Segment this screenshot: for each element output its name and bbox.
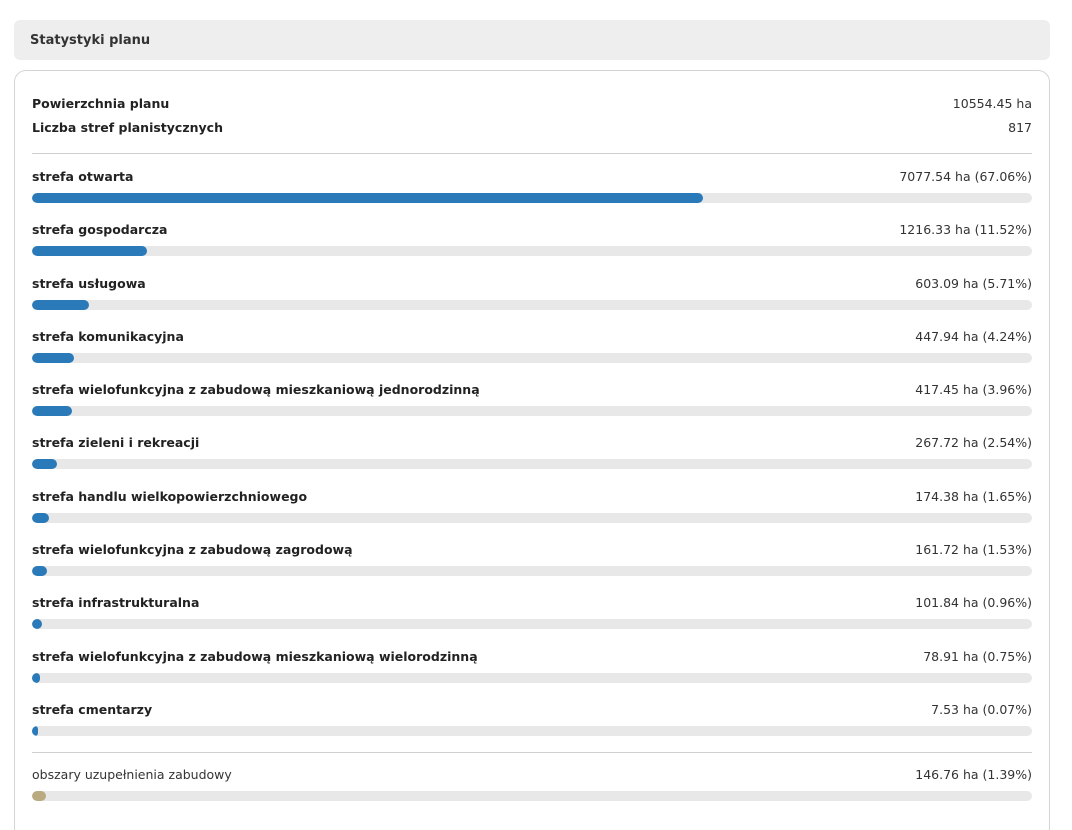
extra-value: 146.76 ha (1.39%) [915, 767, 1032, 783]
summary-value: 817 [1008, 119, 1032, 135]
zone-row: strefa wielofunkcyjna z zabudową zagrodo… [32, 527, 1032, 580]
summary-row-plan-area: Powierzchnia planu 10554.45 ha [32, 91, 1032, 115]
zone-progress-track [32, 512, 1032, 523]
zone-label: strefa zieleni i rekreacji [32, 435, 200, 451]
extra-row-infill-areas: obszary uzupełnienia zabudowy 146.76 ha … [32, 753, 1032, 806]
plan-statistics-page: Statystyki planu Powierzchnia planu 1055… [0, 0, 1072, 830]
extra-progress-track [32, 791, 1032, 802]
zone-value: 7077.54 ha (67.06%) [899, 169, 1032, 184]
zone-row: strefa wielofunkcyjna z zabudową mieszka… [32, 634, 1032, 687]
zone-progress-track [32, 299, 1032, 310]
zone-progress-fill [32, 193, 703, 203]
zone-row: strefa komunikacyjna 447.94 ha (4.24%) [32, 314, 1032, 367]
zone-value: 101.84 ha (0.96%) [915, 595, 1032, 611]
zone-progress-fill [32, 406, 72, 417]
zone-row: strefa zieleni i rekreacji 267.72 ha (2.… [32, 420, 1032, 473]
zone-row: strefa gospodarcza 1216.33 ha (11.52%) [32, 207, 1032, 260]
zone-progress-track [32, 619, 1032, 630]
zone-value: 417.45 ha (3.96%) [915, 382, 1032, 398]
zone-label: strefa wielofunkcyjna z zabudową mieszka… [32, 648, 478, 664]
zone-label: strefa gospodarcza [32, 222, 168, 238]
zone-label: strefa komunikacyjna [32, 328, 184, 344]
zone-progress-fill [32, 619, 42, 630]
zone-progress-fill [32, 459, 58, 470]
summary-section: Powierzchnia planu 10554.45 ha Liczba st… [32, 91, 1032, 139]
summary-row-zone-count: Liczba stref planistycznych 817 [32, 115, 1032, 139]
zone-value: 161.72 ha (1.53%) [915, 542, 1032, 558]
zone-progress-fill [32, 352, 75, 363]
zone-label: strefa otwarta [32, 169, 134, 184]
zone-label: strefa infrastrukturalna [32, 595, 200, 611]
extra-label: obszary uzupełnienia zabudowy [32, 767, 232, 783]
summary-label: Liczba stref planistycznych [32, 119, 223, 135]
extra-progress-fill [32, 791, 46, 802]
statistics-card: Powierzchnia planu 10554.45 ha Liczba st… [14, 70, 1050, 830]
summary-value: 10554.45 ha [952, 95, 1032, 111]
zone-row: strefa handlu wielkopowierzchniowego 174… [32, 474, 1032, 527]
zone-progress-track [32, 193, 1032, 203]
zone-row: strefa otwarta 7077.54 ha (67.06%) [32, 154, 1032, 207]
zone-progress-fill [32, 672, 40, 683]
panel-header: Statystyki planu [14, 20, 1050, 60]
zone-value: 267.72 ha (2.54%) [915, 435, 1032, 451]
zone-progress-track [32, 672, 1032, 683]
zone-value: 7.53 ha (0.07%) [931, 701, 1032, 717]
zone-progress-fill [32, 299, 90, 310]
zone-row: strefa usługowa 603.09 ha (5.71%) [32, 261, 1032, 314]
zone-label: strefa wielofunkcyjna z zabudową zagrodo… [32, 542, 353, 558]
zone-progress-fill [32, 566, 48, 577]
zone-value: 78.91 ha (0.75%) [923, 648, 1032, 664]
zone-value: 174.38 ha (1.65%) [915, 488, 1032, 504]
zone-progress-fill [32, 725, 38, 736]
zone-progress-track [32, 725, 1032, 736]
zone-row: strefa cmentarzy 7.53 ha (0.07%) [32, 687, 1032, 740]
zone-label: strefa cmentarzy [32, 701, 153, 717]
zone-progress-track [32, 352, 1032, 363]
zone-row: strefa wielofunkcyjna z zabudową mieszka… [32, 367, 1032, 420]
panel-title: Statystyki planu [30, 32, 151, 48]
zone-progress-track [32, 246, 1032, 257]
zone-progress-track [32, 566, 1032, 577]
zone-progress-track [32, 459, 1032, 470]
zone-value: 1216.33 ha (11.52%) [899, 222, 1032, 238]
zone-progress-track [32, 406, 1032, 417]
zone-label: strefa wielofunkcyjna z zabudową mieszka… [32, 382, 480, 398]
zone-label: strefa usługowa [32, 275, 146, 291]
zone-list: strefa otwarta 7077.54 ha (67.06%) stref… [32, 154, 1032, 740]
zone-label: strefa handlu wielkopowierzchniowego [32, 488, 308, 504]
summary-label: Powierzchnia planu [32, 95, 170, 111]
zone-value: 603.09 ha (5.71%) [915, 275, 1032, 291]
zone-row: strefa infrastrukturalna 101.84 ha (0.96… [32, 580, 1032, 633]
zone-progress-fill [32, 246, 148, 257]
zone-progress-fill [32, 512, 49, 523]
zone-value: 447.94 ha (4.24%) [915, 328, 1032, 344]
